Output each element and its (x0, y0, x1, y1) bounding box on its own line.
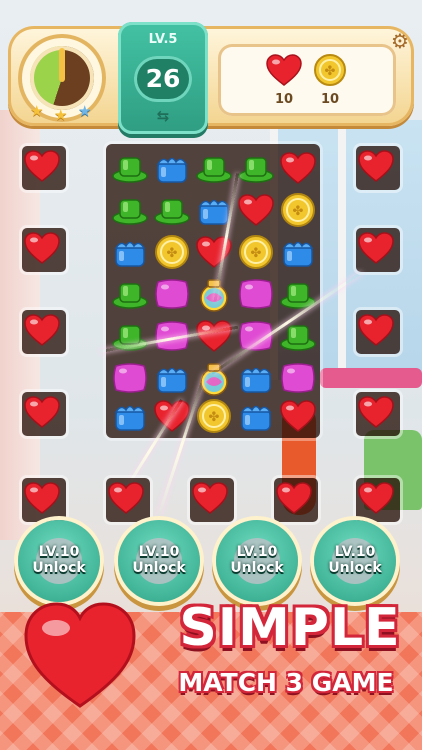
locked-booster-button-4[interactable]: LV.10 Unlock (314, 520, 396, 602)
heart-slot[interactable] (22, 392, 66, 436)
banner-subtitle: MATCH 3 GAME (178, 668, 394, 697)
heart-tile[interactable] (278, 148, 318, 188)
table-decor (320, 368, 422, 388)
svg-text:✤: ✤ (251, 246, 262, 261)
level-label: LV.5 (148, 32, 178, 47)
heart-icon (266, 54, 302, 86)
heart-slot[interactable] (22, 478, 66, 522)
locked-booster-button-1[interactable]: LV.10 Unlock (18, 520, 100, 602)
coin-goal-count: 10 (320, 92, 340, 107)
game-board: ✤ ✤ ✤ ✤ (106, 144, 320, 438)
star-icon-1: ★ (30, 102, 44, 120)
heart-slot[interactable] (22, 228, 66, 272)
heart-tile[interactable] (236, 190, 276, 230)
unlock-level: LV.10 (334, 544, 376, 560)
unlock-word: Unlock (230, 560, 284, 576)
settings-gear-icon[interactable]: ⚙ (389, 30, 411, 52)
cake-tile[interactable] (152, 358, 192, 398)
cake-tile[interactable] (110, 396, 150, 436)
locked-booster-button-2[interactable]: LV.10 Unlock (118, 520, 200, 602)
heart-slot[interactable] (22, 146, 66, 190)
coin-tile[interactable]: ✤ (236, 232, 276, 272)
cake-tile[interactable] (236, 396, 276, 436)
hat-tile[interactable] (278, 274, 318, 314)
locked-booster-button-3[interactable]: LV.10 Unlock (216, 520, 298, 602)
swap-icon: ⇆ (156, 107, 170, 125)
heart-slot[interactable] (106, 478, 150, 522)
heart-tile[interactable] (194, 316, 234, 356)
pillow-tile[interactable] (278, 358, 318, 398)
heart-slot[interactable] (190, 478, 234, 522)
goal-heart: 10 (264, 54, 304, 107)
coin-tile[interactable]: ✤ (152, 232, 192, 272)
star-icon-3: ★ (78, 102, 92, 120)
svg-text:✤: ✤ (167, 246, 178, 261)
level-panel: LV.5 26 ⇆ (118, 22, 208, 134)
heart-slot[interactable] (356, 392, 400, 436)
hat-tile[interactable] (110, 274, 150, 314)
unlock-level: LV.10 (138, 544, 180, 560)
unlock-word: Unlock (132, 560, 186, 576)
unlock-label: LV.10 Unlock (216, 544, 298, 576)
hat-tile[interactable] (110, 190, 150, 230)
heart-goal-count: 10 (274, 92, 294, 107)
heart-tile[interactable] (278, 396, 318, 436)
cake-tile[interactable] (236, 358, 276, 398)
unlock-label: LV.10 Unlock (314, 544, 396, 576)
unlock-label: LV.10 Unlock (18, 544, 100, 576)
coin-tile[interactable]: ✤ (278, 190, 318, 230)
coin-tile[interactable]: ✤ (194, 396, 234, 436)
svg-text:✤: ✤ (209, 410, 220, 425)
unlock-label: LV.10 Unlock (118, 544, 200, 576)
unlock-word: Unlock (328, 560, 382, 576)
heart-slot[interactable] (274, 478, 318, 522)
hat-tile[interactable] (152, 190, 192, 230)
unlock-level: LV.10 (236, 544, 278, 560)
star-icon-2: ★ (54, 106, 68, 124)
goal-coin: ✤ 10 (310, 54, 350, 107)
svg-text:✤: ✤ (325, 64, 336, 79)
heart-slot[interactable] (356, 310, 400, 354)
cake-tile[interactable] (110, 232, 150, 272)
heart-slot[interactable] (356, 228, 400, 272)
heart-slot[interactable] (356, 146, 400, 190)
goal-panel: 10 ✤ 10 (218, 44, 396, 116)
big-heart-icon (24, 602, 136, 708)
pillow-tile[interactable] (236, 274, 276, 314)
heart-slot[interactable] (22, 310, 66, 354)
heart-slot[interactable] (356, 478, 400, 522)
pillow-tile[interactable] (110, 358, 150, 398)
heart-tile[interactable] (194, 232, 234, 272)
unlock-word: Unlock (32, 560, 86, 576)
cake-tile[interactable] (278, 232, 318, 272)
moves-counter: 26 (134, 56, 192, 102)
pillow-tile[interactable] (152, 274, 192, 314)
hat-tile[interactable] (236, 148, 276, 188)
hat-tile[interactable] (110, 148, 150, 188)
cake-tile[interactable] (152, 148, 192, 188)
svg-text:✤: ✤ (293, 204, 304, 219)
hat-tile[interactable] (194, 148, 234, 188)
unlock-level: LV.10 (38, 544, 80, 560)
progress-needle (59, 48, 65, 82)
banner-title: SIMPLE (179, 598, 401, 658)
coin-icon: ✤ (314, 54, 346, 86)
